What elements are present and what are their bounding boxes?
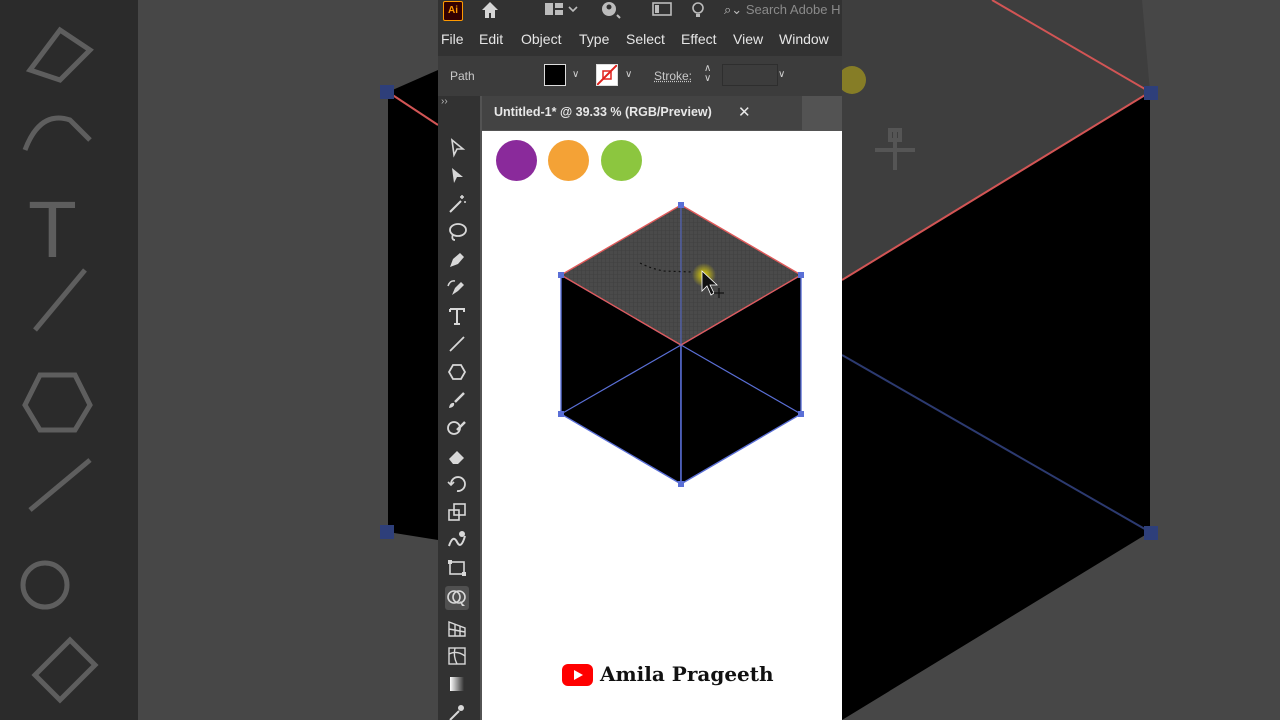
menu-file[interactable]: File (441, 31, 464, 47)
paintbrush-tool-icon[interactable] (445, 388, 469, 412)
menu-type[interactable]: Type (579, 31, 609, 47)
perspective-grid-tool-icon[interactable] (445, 616, 469, 640)
illustrator-logo: Ai (443, 1, 463, 21)
free-transform-tool-icon[interactable] (445, 556, 469, 580)
search-field[interactable]: ⌕⌄ Search Adobe H (724, 0, 842, 20)
lasso-tool-icon[interactable] (445, 220, 469, 244)
artboard[interactable]: Amila Prageeth (482, 131, 842, 720)
pen-tool-icon[interactable] (445, 248, 469, 272)
shape-builder-tool-icon[interactable] (445, 586, 469, 610)
search-icon: ⌕⌄ (724, 2, 743, 17)
menu-effect[interactable]: Effect (681, 31, 717, 47)
direct-selection-tool-icon[interactable] (445, 164, 469, 188)
stroke-weight-input[interactable] (722, 64, 778, 86)
search-placeholder: Search Adobe H (745, 2, 841, 17)
rotate-tool-icon[interactable] (445, 472, 469, 496)
discover-lightbulb-icon[interactable] (690, 1, 706, 23)
title-bar: Ai ⌕⌄ Search Adobe H (438, 0, 842, 22)
menu-edit[interactable]: Edit (479, 31, 503, 47)
control-bar: Path ∨ ∨ Stroke: ∧ ∨ ∨ (438, 56, 842, 96)
mesh-tool-icon[interactable] (445, 644, 469, 668)
line-tool-icon[interactable] (445, 332, 469, 356)
home-icon[interactable] (480, 1, 500, 23)
eraser-tool-icon[interactable] (445, 444, 469, 468)
menu-bar: File Edit Object Type Select Effect View… (438, 22, 842, 56)
eyedropper-tool-icon[interactable] (445, 700, 469, 720)
menu-view[interactable]: View (733, 31, 763, 47)
youtube-logo-icon (562, 664, 593, 686)
scale-tool-icon[interactable] (445, 500, 469, 524)
warp-tool-icon[interactable] (445, 528, 469, 552)
blob-brush-tool-icon[interactable] (445, 416, 469, 440)
background-right (842, 0, 1280, 720)
stroke-none-swatch[interactable] (596, 64, 618, 86)
selection-tool-icon[interactable] (445, 136, 469, 160)
menu-window[interactable]: Window (779, 31, 829, 47)
stroke-dropdown-chevron-icon[interactable]: ∨ (625, 69, 632, 80)
curvature-tool-icon[interactable] (445, 276, 469, 300)
stroke-weight-label[interactable]: Stroke: (654, 69, 692, 83)
isometric-cube-artwork[interactable] (482, 131, 842, 511)
selection-type-label: Path (450, 69, 475, 83)
fill-dropdown-chevron-icon[interactable]: ∨ (572, 69, 579, 80)
workspace-layout-icon[interactable] (544, 1, 578, 21)
polygon-tool-icon[interactable] (445, 360, 469, 384)
share-user-icon[interactable] (600, 1, 622, 23)
background-cube-left (20, 26, 438, 704)
type-tool-icon[interactable] (445, 304, 469, 328)
background-left: T (0, 0, 438, 720)
arrange-documents-icon[interactable] (652, 1, 672, 21)
document-tab-title: Untitled-1* @ 39.33 % (RGB/Preview) (494, 105, 712, 119)
stroke-weight-chevron-icon[interactable]: ∨ (778, 69, 785, 80)
watermark-author: Amila Prageeth (600, 662, 774, 686)
gradient-tool-icon[interactable] (445, 672, 469, 696)
illustrator-window: Ai ⌕⌄ Search Adobe H File Edit Object Ty… (438, 0, 842, 720)
menu-object[interactable]: Object (521, 31, 561, 47)
stroke-stepper-icon[interactable]: ∧ ∨ (704, 64, 711, 84)
close-icon[interactable]: ✕ (738, 103, 751, 121)
document-tab[interactable]: Untitled-1* @ 39.33 % (RGB/Preview) ✕ (482, 96, 802, 130)
background-type-glyph: T (28, 185, 77, 274)
magic-wand-tool-icon[interactable] (445, 192, 469, 216)
menu-select[interactable]: Select (626, 31, 665, 47)
background-cube-right (842, 0, 1158, 720)
panel-collapse-icon[interactable]: ›› (441, 96, 448, 107)
fill-color-swatch[interactable] (544, 64, 566, 86)
tools-panel: ›› (438, 96, 480, 720)
